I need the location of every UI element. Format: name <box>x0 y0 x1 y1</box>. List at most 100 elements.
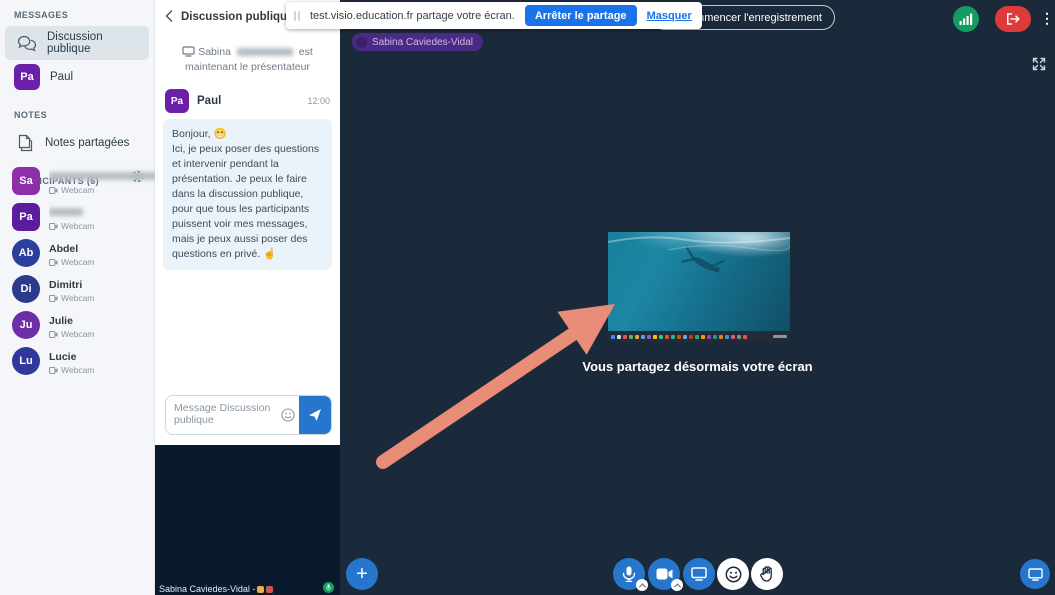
participant-status: Webcam <box>61 293 94 303</box>
avatar: Di <box>12 275 40 303</box>
participant-status: Webcam <box>61 365 94 375</box>
shared-screen-taskbar <box>608 331 790 342</box>
webcam-icon <box>49 331 58 338</box>
notes-icon <box>17 134 35 153</box>
participant-name: Dimitri <box>49 279 82 291</box>
sidebar-item-shared-notes[interactable]: Notes partagées <box>5 126 149 160</box>
participant-row-sabina[interactable]: Sa Webcam <box>0 163 155 199</box>
chat-input-container <box>165 395 332 435</box>
muted-mic-icon <box>356 37 367 48</box>
participant-row-lucie[interactable]: Lu Lucie Webcam <box>0 343 155 379</box>
name-emoji <box>257 586 264 593</box>
avatar: Ab <box>12 239 40 267</box>
hide-notification-link[interactable]: Masquer <box>647 10 692 22</box>
swimmer-silhouette <box>608 232 790 331</box>
navigation-sidebar: MESSAGES Discussion publique Pa Paul NOT… <box>0 0 155 595</box>
screen-share-button[interactable] <box>683 558 715 590</box>
webcam-tile[interactable]: Sabina Caviedes-Vidal - <box>155 445 340 595</box>
public-chat-panel: Discussion publique Sabina est maintenan… <box>155 0 340 445</box>
messages-section-label: MESSAGES <box>0 0 154 26</box>
participant-row-julie[interactable]: Ju Julie Webcam <box>0 307 155 343</box>
public-chat-label: Discussion publique <box>47 31 149 55</box>
private-chat-label: Paul <box>50 71 73 83</box>
options-menu-button[interactable]: ⋮ <box>1040 5 1054 31</box>
shared-screen-wallpaper <box>608 232 790 331</box>
desktop-icon <box>182 46 195 57</box>
pointer-arrow <box>365 290 625 480</box>
signal-bars-icon <box>959 13 973 25</box>
talker-name: Sabina Caviedes-Vidal <box>372 37 473 48</box>
screen-share-preview <box>608 232 790 342</box>
webcam-icon <box>49 367 58 374</box>
webcam-name-text: Sabina Caviedes-Vidal - <box>159 584 255 594</box>
webcam-mic-on-icon <box>323 582 334 593</box>
webcam-button[interactable] <box>648 558 680 590</box>
notes-section-label: NOTES <box>0 94 154 126</box>
participant-name-redacted <box>49 208 83 216</box>
chat-panel-title: Discussion publique <box>181 11 293 23</box>
sidebar-item-public-chat[interactable]: Discussion publique <box>5 26 149 60</box>
share-notification-text: test.visio.education.fr partage votre éc… <box>310 10 515 22</box>
shared-notes-label: Notes partagées <box>45 137 129 149</box>
chat-message-bubble: Bonjour, 😁 Ici, je peux poser des questi… <box>163 119 332 270</box>
avatar: Sa <box>12 167 40 195</box>
chat-back-button[interactable] <box>165 10 173 23</box>
webcam-icon <box>49 259 58 266</box>
participant-status: Webcam <box>61 221 94 231</box>
screen-share-icon <box>691 567 707 581</box>
webcam-options-chevron[interactable] <box>671 579 683 591</box>
send-message-button[interactable] <box>299 396 331 434</box>
start-recording-label: Commencer l'enregistrement <box>681 12 822 24</box>
message-author: Paul <box>197 95 307 107</box>
system-message-prefix: Sabina <box>198 46 231 58</box>
webcam-icon <box>49 223 58 230</box>
webcam-icon <box>49 187 58 194</box>
raised-hand-icon <box>760 566 774 582</box>
expand-icon <box>1031 56 1047 72</box>
leave-icon <box>1006 13 1020 25</box>
mic-options-chevron[interactable] <box>636 579 648 591</box>
reactions-button[interactable] <box>717 558 749 590</box>
system-message-redacted <box>237 48 293 56</box>
restore-presentation-button[interactable] <box>1020 559 1050 589</box>
connection-status-button[interactable] <box>953 6 979 32</box>
talker-indicator[interactable]: Sabina Caviedes-Vidal <box>352 33 483 51</box>
avatar: Pa <box>12 203 40 231</box>
participant-name: Abdel <box>49 243 78 255</box>
microphone-icon <box>622 566 636 582</box>
avatar: Lu <box>12 347 40 375</box>
chat-bubbles-icon <box>17 35 37 52</box>
participant-name: Julie <box>49 315 73 327</box>
participant-status: Webcam <box>61 329 94 339</box>
stop-sharing-button[interactable]: Arrêter le partage <box>525 5 637 26</box>
webcam-name-label: Sabina Caviedes-Vidal - <box>159 584 273 594</box>
webcam-icon <box>49 295 58 302</box>
smiley-icon <box>725 566 742 583</box>
participant-row-abdel[interactable]: Ab Abdel Webcam <box>0 235 155 271</box>
participant-status: Webcam <box>61 185 94 195</box>
presentation-area: érique Commencer l'enregistrement ⋮ <box>340 0 1055 595</box>
name-emoji <box>266 586 273 593</box>
send-icon <box>308 408 322 422</box>
meeting-app: érique Commencer l'enregistrement ⋮ <box>0 0 1055 595</box>
sidebar-item-private-chat-paul[interactable]: Pa Paul <box>5 60 149 94</box>
system-message: Sabina est maintenant le présentateur <box>167 45 328 75</box>
mute-button[interactable] <box>613 558 645 590</box>
participant-row-paul[interactable]: Pa Webcam <box>0 199 155 235</box>
video-camera-icon <box>656 568 673 580</box>
drag-grip-icon[interactable] <box>294 11 300 21</box>
browser-share-notification: test.visio.education.fr partage votre éc… <box>286 2 702 29</box>
participant-row-dimitri[interactable]: Di Dimitri Webcam <box>0 271 155 307</box>
chat-message-input[interactable] <box>166 396 277 434</box>
participant-status: Webcam <box>61 257 94 267</box>
leave-meeting-button[interactable] <box>995 6 1031 32</box>
actions-plus-button[interactable]: + <box>346 558 378 590</box>
monitor-icon <box>1028 568 1043 581</box>
emoji-picker-icon[interactable] <box>277 396 299 434</box>
avatar: Pa <box>14 64 40 90</box>
participant-name-redacted <box>49 172 155 180</box>
message-timestamp: 12:00 <box>307 96 330 106</box>
raise-hand-button[interactable] <box>751 558 783 590</box>
avatar: Pa <box>165 89 189 113</box>
fullscreen-button[interactable] <box>1031 56 1047 72</box>
